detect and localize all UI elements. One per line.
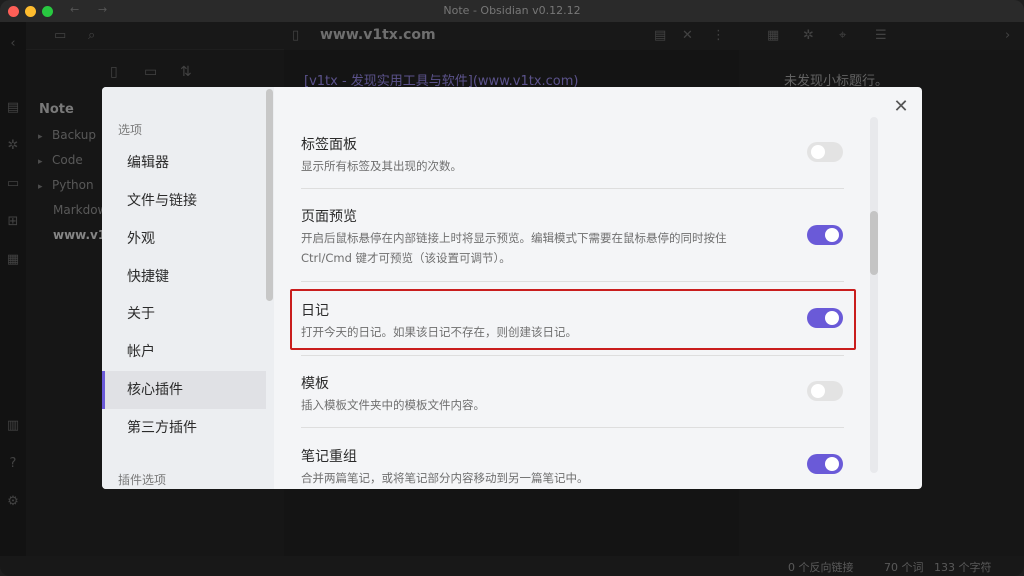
content-scrollbar-track[interactable]	[870, 117, 878, 473]
sidebar-item-editor[interactable]: 编辑器	[102, 144, 266, 182]
divider	[301, 355, 844, 356]
title-bar: ← → Note - Obsidian v0.12.12	[0, 0, 1024, 22]
toggle-templates[interactable]	[807, 381, 843, 401]
sidebar-item-account[interactable]: 帐户	[102, 333, 266, 371]
plugin-name: 标签面板	[301, 137, 357, 153]
toggle-page-preview[interactable]	[807, 225, 843, 245]
toggle-knob	[825, 457, 839, 471]
divider	[301, 427, 844, 428]
divider	[301, 188, 844, 189]
toggle-tag-pane[interactable]	[807, 142, 843, 162]
sidebar-item-core-plugins[interactable]: 核心插件	[102, 371, 266, 409]
sidebar-item-third-party-plugins[interactable]: 第三方插件	[102, 409, 266, 447]
sidebar-heading-plugin-options: 插件选项	[118, 473, 167, 487]
plugin-name: 模板	[301, 376, 329, 392]
toggle-note-composer[interactable]	[807, 454, 843, 474]
plugin-row-page-preview: 页面预览 开启后鼠标悬停在内部链接上时将显示预览。编辑模式下需要在鼠标悬停的同时…	[301, 206, 844, 266]
window-title: Note - Obsidian v0.12.12	[443, 4, 581, 17]
plugin-desc: 插入模板文件夹中的模板文件内容。	[301, 398, 485, 412]
close-icon[interactable]: ✕	[890, 96, 912, 118]
plugin-name: 笔记重组	[301, 449, 357, 465]
settings-modal: 选项 编辑器 文件与链接 外观 快捷键 关于 帐户 核心插件 第三方插件 插件选…	[102, 87, 922, 489]
sidebar-item-files-links[interactable]: 文件与链接	[102, 182, 266, 220]
toggle-knob	[811, 145, 825, 159]
content-scrollbar-thumb[interactable]	[870, 211, 878, 275]
plugin-name: 页面预览	[301, 209, 357, 225]
highlight-box	[290, 289, 856, 350]
toggle-knob	[811, 384, 825, 398]
plugin-desc: 合并两篇笔记，或将笔记部分内容移动到另一篇笔记中。	[301, 471, 589, 485]
sidebar-item-about[interactable]: 关于	[102, 295, 266, 333]
plugin-desc: 显示所有标签及其出现的次数。	[301, 159, 462, 173]
plugin-row-tag-pane: 标签面板 显示所有标签及其出现的次数。	[301, 134, 844, 174]
settings-sidebar: 选项 编辑器 文件与链接 外观 快捷键 关于 帐户 核心插件 第三方插件 插件选…	[102, 87, 274, 489]
divider	[301, 281, 844, 282]
sidebar-item-appearance[interactable]: 外观	[102, 220, 266, 258]
plugin-row-templates: 模板 插入模板文件夹中的模板文件内容。	[301, 373, 844, 413]
sidebar-heading-options: 选项	[118, 123, 143, 137]
toggle-knob	[825, 228, 839, 242]
plugin-desc: 开启后鼠标悬停在内部链接上时将显示预览。编辑模式下需要在鼠标悬停的同时按住 Ct…	[301, 231, 727, 265]
obsidian-window: ← → Note - Obsidian v0.12.12 ‹ ▤ ✲ ▭ ⊞ ▦…	[0, 0, 1024, 576]
sidebar-item-hotkeys[interactable]: 快捷键	[102, 258, 266, 296]
plugin-row-note-composer: 笔记重组 合并两篇笔记，或将笔记部分内容移动到另一篇笔记中。	[301, 446, 844, 486]
sidebar-scrollbar[interactable]	[266, 89, 273, 301]
